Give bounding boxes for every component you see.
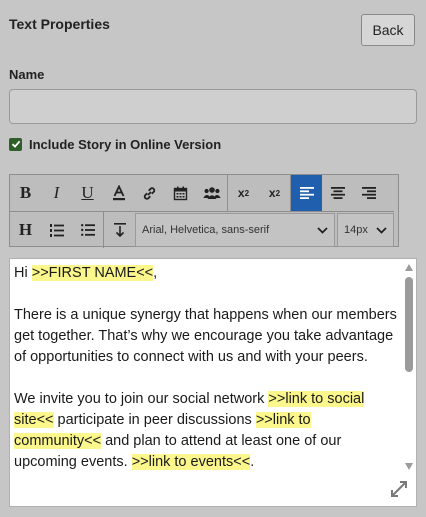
heading-button[interactable]: H	[10, 212, 41, 248]
panel-title: Text Properties	[9, 16, 110, 32]
link-button[interactable]	[134, 175, 165, 211]
line-height-button[interactable]	[104, 212, 135, 248]
users-icon	[202, 187, 221, 199]
font-family-select[interactable]: Arial, Helvetica, sans-serif	[135, 213, 335, 247]
bullet-list-button[interactable]	[72, 212, 103, 248]
editor-paragraph: Hi >>FIRST NAME<<,	[14, 265, 158, 281]
editor-content[interactable]: Hi >>FIRST NAME<<, There is a unique syn…	[14, 263, 398, 494]
vertical-align-icon	[113, 222, 126, 237]
font-family-value: Arial, Helvetica, sans-serif	[142, 224, 270, 236]
chevron-down-icon	[317, 226, 328, 234]
align-right-icon	[361, 187, 376, 199]
ordered-list-icon	[49, 223, 64, 237]
editor-paragraph: We invite you to join our social network…	[14, 391, 365, 470]
align-left-icon	[299, 187, 314, 199]
name-input[interactable]	[9, 89, 417, 124]
font-size-value: 14px	[344, 224, 368, 236]
expand-icon[interactable]	[390, 480, 408, 498]
underline-button[interactable]: U	[72, 175, 103, 211]
chevron-down-icon	[376, 226, 387, 234]
merge-token: >>link to events<<	[131, 454, 251, 470]
italic-button[interactable]: I	[41, 175, 72, 211]
font-size-select[interactable]: 14px	[337, 213, 394, 247]
editor-paragraph: There is a unique synergy that happens w…	[14, 307, 397, 365]
font-color-button[interactable]	[103, 175, 134, 211]
scrollbar-thumb[interactable]	[405, 277, 413, 372]
calendar-button[interactable]	[165, 175, 196, 211]
back-button[interactable]: Back	[361, 14, 415, 46]
include-story-checkbox[interactable]	[9, 137, 22, 151]
include-story-label: Include Story in Online Version	[29, 136, 222, 152]
name-label: Name	[9, 67, 45, 82]
align-right-button[interactable]	[353, 175, 384, 211]
editor-toolbar: B I U x 2 x 2 H Arial, Helvetica, sans-s…	[9, 174, 399, 248]
rich-text-editor[interactable]: Hi >>FIRST NAME<<, There is a unique syn…	[9, 258, 417, 507]
superscript-button[interactable]: x2	[228, 175, 259, 211]
subscript-button[interactable]: x2	[259, 175, 290, 211]
users-button[interactable]	[196, 175, 227, 211]
align-center-icon	[330, 187, 345, 199]
editor-scrollbar[interactable]	[402, 259, 416, 474]
align-left-button[interactable]	[291, 175, 322, 211]
calendar-icon	[173, 186, 188, 200]
include-story-row[interactable]: Include Story in Online Version	[9, 136, 221, 152]
font-color-icon	[112, 185, 125, 201]
bullet-list-icon	[80, 224, 95, 236]
scroll-up-arrow-icon[interactable]	[405, 264, 413, 271]
bold-button[interactable]: B	[10, 175, 41, 211]
checkmark-icon	[11, 140, 20, 148]
align-center-button[interactable]	[322, 175, 353, 211]
scroll-down-arrow-icon[interactable]	[405, 463, 413, 470]
link-icon	[143, 186, 156, 200]
merge-token: >>FIRST NAME<<	[31, 265, 154, 281]
ordered-list-button[interactable]	[41, 212, 72, 248]
